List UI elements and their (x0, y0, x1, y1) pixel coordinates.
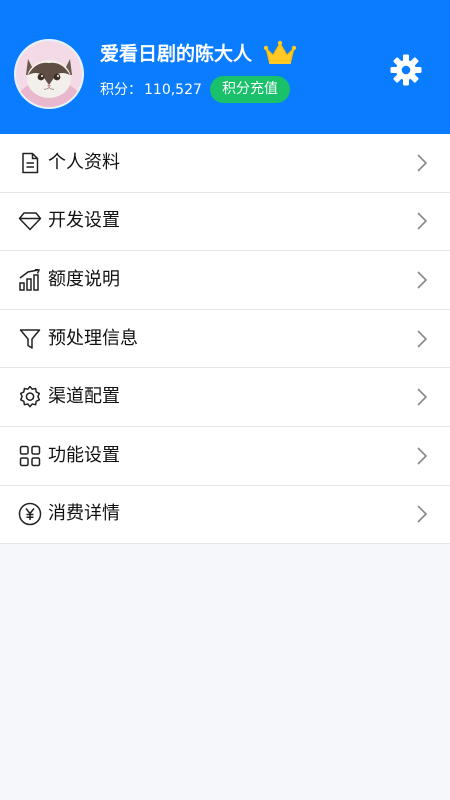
menu-item-quota-info[interactable]: 额度说明 (0, 251, 450, 310)
menu-item-channel-config[interactable]: 渠道配置 (0, 368, 450, 427)
menu-item-label: 个人资料 (48, 151, 120, 173)
menu-item-label: 消费详情 (48, 503, 120, 525)
menu-item-label: 渠道配置 (48, 386, 120, 408)
chart-trend-icon (18, 268, 42, 292)
menu-item-profile[interactable]: 个人资料 (0, 134, 450, 193)
menu-item-label: 额度说明 (48, 268, 120, 290)
username: 爱看日剧的陈大人 (100, 43, 253, 65)
points-value: 110,527 (144, 82, 202, 98)
menu-item-preprocess-info[interactable]: 预处理信息 (0, 309, 450, 369)
settings-menu: 个人资料 开发设置 额度说明 预处理信息 渠道配置 功能设置 消费详情 (0, 134, 450, 545)
menu-item-feature-settings[interactable]: 功能设置 (0, 426, 450, 486)
avatar[interactable] (16, 41, 82, 107)
document-icon (18, 151, 42, 175)
grid-icon (18, 444, 42, 468)
settings-gear-icon[interactable] (389, 53, 423, 87)
crown-icon (263, 40, 297, 64)
menu-item-consumption-details[interactable]: 消费详情 (0, 485, 450, 545)
gear-outline-icon (18, 385, 42, 409)
filter-icon (18, 327, 42, 351)
chevron-right-icon (417, 330, 428, 348)
menu-item-label: 开发设置 (48, 210, 120, 232)
profile-header: 爱看日剧的陈大人 积分： 110,527 积分充值 (0, 0, 450, 134)
chevron-right-icon (417, 212, 428, 230)
points-display: 积分： 110,527 (100, 80, 202, 100)
menu-item-dev-settings[interactable]: 开发设置 (0, 192, 450, 252)
chevron-right-icon (417, 447, 428, 465)
chevron-right-icon (417, 154, 428, 172)
chevron-right-icon (417, 271, 428, 289)
chevron-right-icon (417, 388, 428, 406)
menu-item-label: 功能设置 (48, 444, 120, 466)
chevron-right-icon (417, 505, 428, 523)
points-label: 积分： (100, 82, 142, 98)
diamond-icon (18, 209, 42, 233)
recharge-points-button[interactable]: 积分充值 (210, 76, 290, 103)
cat-avatar-image (16, 41, 82, 107)
menu-item-label: 预处理信息 (48, 327, 138, 349)
yen-circle-icon (18, 502, 42, 526)
